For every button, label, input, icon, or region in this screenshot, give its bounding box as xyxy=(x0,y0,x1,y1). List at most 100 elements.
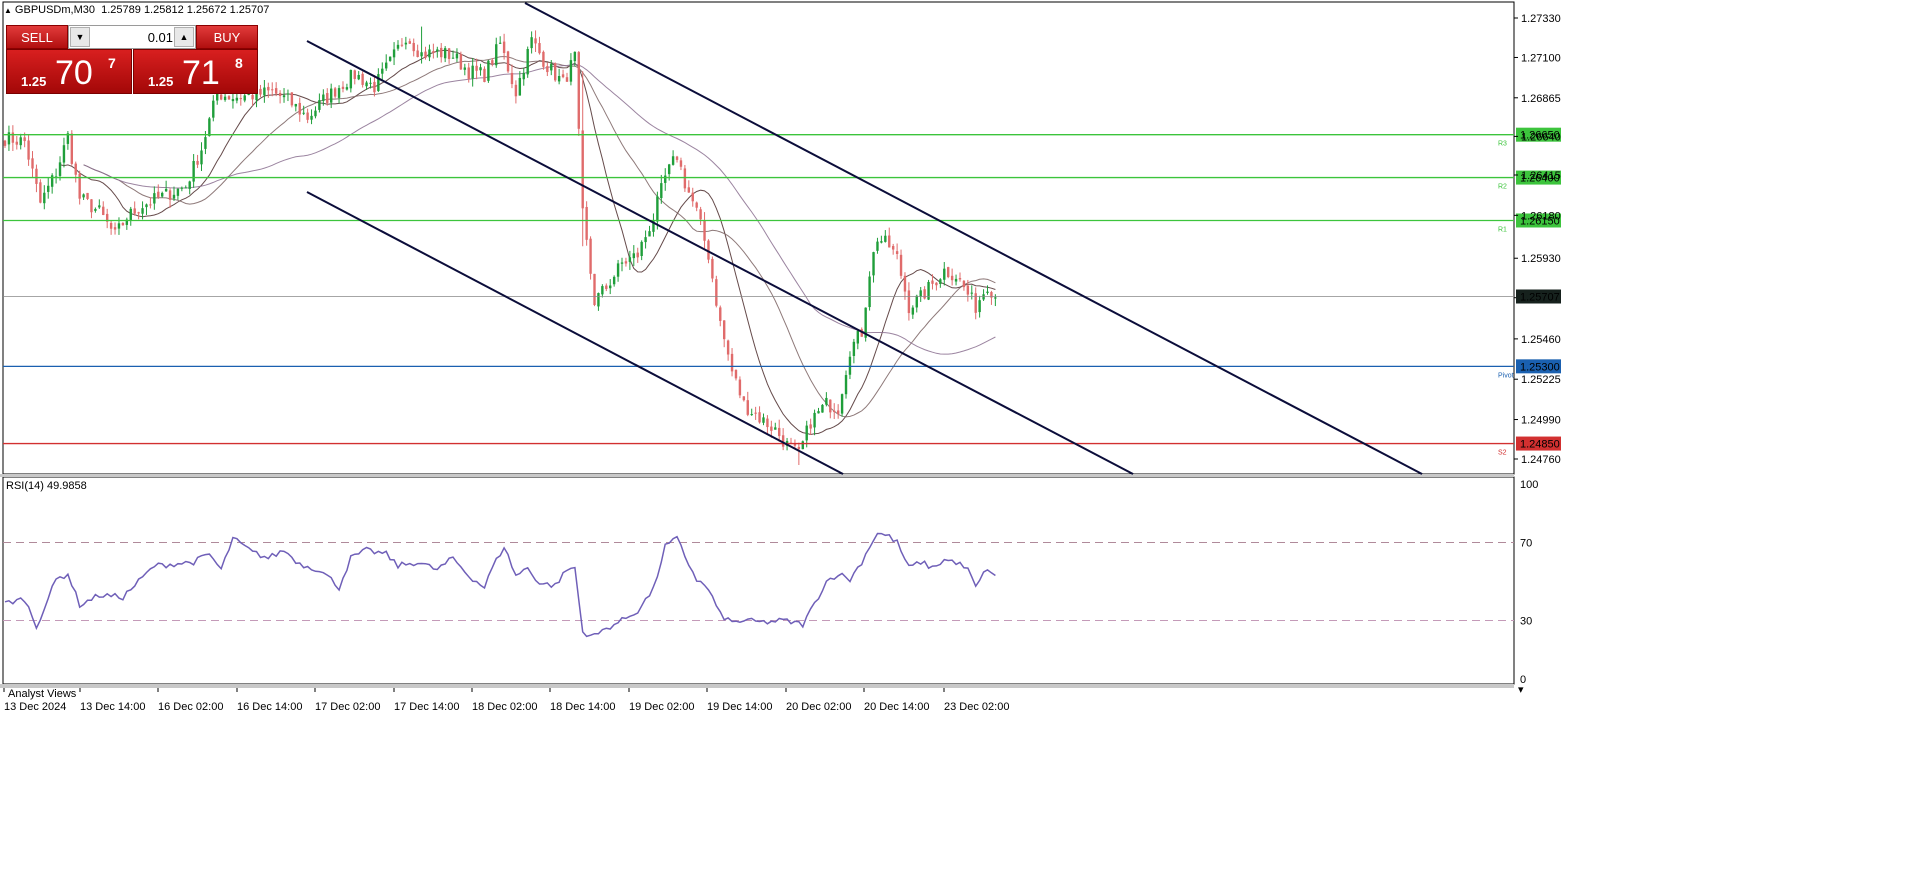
candle xyxy=(876,241,879,251)
candle xyxy=(888,235,891,248)
candle xyxy=(919,290,922,297)
candle xyxy=(774,427,777,430)
candle xyxy=(318,100,321,110)
candle xyxy=(644,237,647,243)
candle xyxy=(931,280,934,284)
candle xyxy=(263,87,266,96)
candle xyxy=(805,425,808,441)
candle xyxy=(239,98,242,100)
candle xyxy=(102,206,105,215)
collapse-triangle-icon[interactable]: ▲ xyxy=(4,6,12,15)
candle xyxy=(550,63,553,71)
buy-price-fraction: 8 xyxy=(235,55,243,71)
candle xyxy=(538,43,541,54)
candle xyxy=(176,188,180,196)
candle xyxy=(117,223,121,229)
scroll-down-icon[interactable]: ▾ xyxy=(1518,684,1524,696)
candle xyxy=(770,426,773,431)
time-tick-label: 13 Dec 14:00 xyxy=(80,701,145,713)
sell-button[interactable]: SELL xyxy=(6,25,68,49)
candle xyxy=(184,187,187,189)
candle xyxy=(994,297,997,299)
time-tick-label: 18 Dec 02:00 xyxy=(472,701,537,713)
candle xyxy=(121,222,125,226)
candle xyxy=(746,400,749,415)
time-tick-label: 17 Dec 02:00 xyxy=(315,701,380,713)
candle xyxy=(133,208,136,214)
candle xyxy=(542,51,545,67)
candle xyxy=(797,446,801,450)
chart-canvas[interactable]: R3R2R1PivotS2 10070300RSI(14) 49.9858Ana… xyxy=(0,0,1916,874)
candle xyxy=(939,279,942,284)
candle xyxy=(436,49,439,52)
candle xyxy=(911,307,915,315)
candle xyxy=(388,56,392,61)
price-tick-label: 1.26415 xyxy=(1521,170,1561,182)
rsi-tick-label: 30 xyxy=(1520,616,1532,628)
candle xyxy=(675,156,679,160)
candle xyxy=(274,88,278,94)
candle xyxy=(589,238,592,274)
candle xyxy=(730,353,734,372)
candle xyxy=(907,290,911,314)
candle xyxy=(282,95,286,98)
rsi-tick-label: 100 xyxy=(1520,479,1538,491)
candle xyxy=(463,67,467,70)
candle xyxy=(840,394,844,414)
lot-size-input[interactable] xyxy=(93,28,173,46)
channel-line[interactable] xyxy=(306,191,844,475)
sell-price-fraction: 7 xyxy=(108,55,116,71)
candle xyxy=(734,369,738,379)
candle xyxy=(829,399,832,413)
candle xyxy=(738,379,742,396)
candle xyxy=(326,93,329,103)
candle xyxy=(954,278,958,282)
candle xyxy=(715,279,718,306)
candle xyxy=(868,276,871,308)
candle xyxy=(404,42,408,45)
candle xyxy=(915,295,918,308)
candle xyxy=(833,410,836,412)
sell-price-button[interactable]: 1.25 70 7 xyxy=(6,49,132,94)
price-tick-label: 1.26865 xyxy=(1521,93,1561,105)
candle xyxy=(518,77,522,96)
lot-increase-icon[interactable]: ▲ xyxy=(174,27,194,47)
candle xyxy=(593,273,596,306)
candle xyxy=(267,86,270,91)
candle xyxy=(109,222,113,229)
candle xyxy=(726,340,730,355)
buy-button[interactable]: BUY xyxy=(196,25,258,49)
candle xyxy=(90,199,93,213)
candle xyxy=(620,262,624,264)
ohlc-values: 1.25789 1.25812 1.25672 1.25707 xyxy=(101,4,270,16)
analyst-views-label[interactable]: Analyst Views xyxy=(8,688,77,700)
candle xyxy=(711,258,714,279)
candle xyxy=(235,97,239,101)
candle xyxy=(778,427,781,437)
candle xyxy=(884,235,887,242)
candle xyxy=(471,65,474,79)
candle xyxy=(161,192,164,197)
price-axis: 1.266501.264001.261501.253001.248501.273… xyxy=(1514,13,1561,466)
candle xyxy=(943,268,946,280)
price-tick-label: 1.27330 xyxy=(1521,13,1561,25)
candle xyxy=(970,292,973,294)
candle xyxy=(817,411,820,414)
ma-slow-line xyxy=(83,63,996,355)
trend-channel xyxy=(306,2,1423,475)
channel-line[interactable] xyxy=(524,2,1423,475)
candle xyxy=(200,150,203,165)
candle xyxy=(15,141,18,145)
candle xyxy=(129,208,132,221)
candle xyxy=(491,60,494,64)
candle xyxy=(801,441,804,450)
candle xyxy=(432,51,435,53)
candle xyxy=(204,137,207,149)
buy-price-button[interactable]: 1.25 71 8 xyxy=(133,49,258,94)
lot-decrease-icon[interactable]: ▼ xyxy=(70,27,90,47)
candle xyxy=(420,52,423,57)
candle xyxy=(526,49,529,75)
candle xyxy=(113,227,117,230)
candle xyxy=(70,133,74,164)
candle xyxy=(243,95,246,101)
